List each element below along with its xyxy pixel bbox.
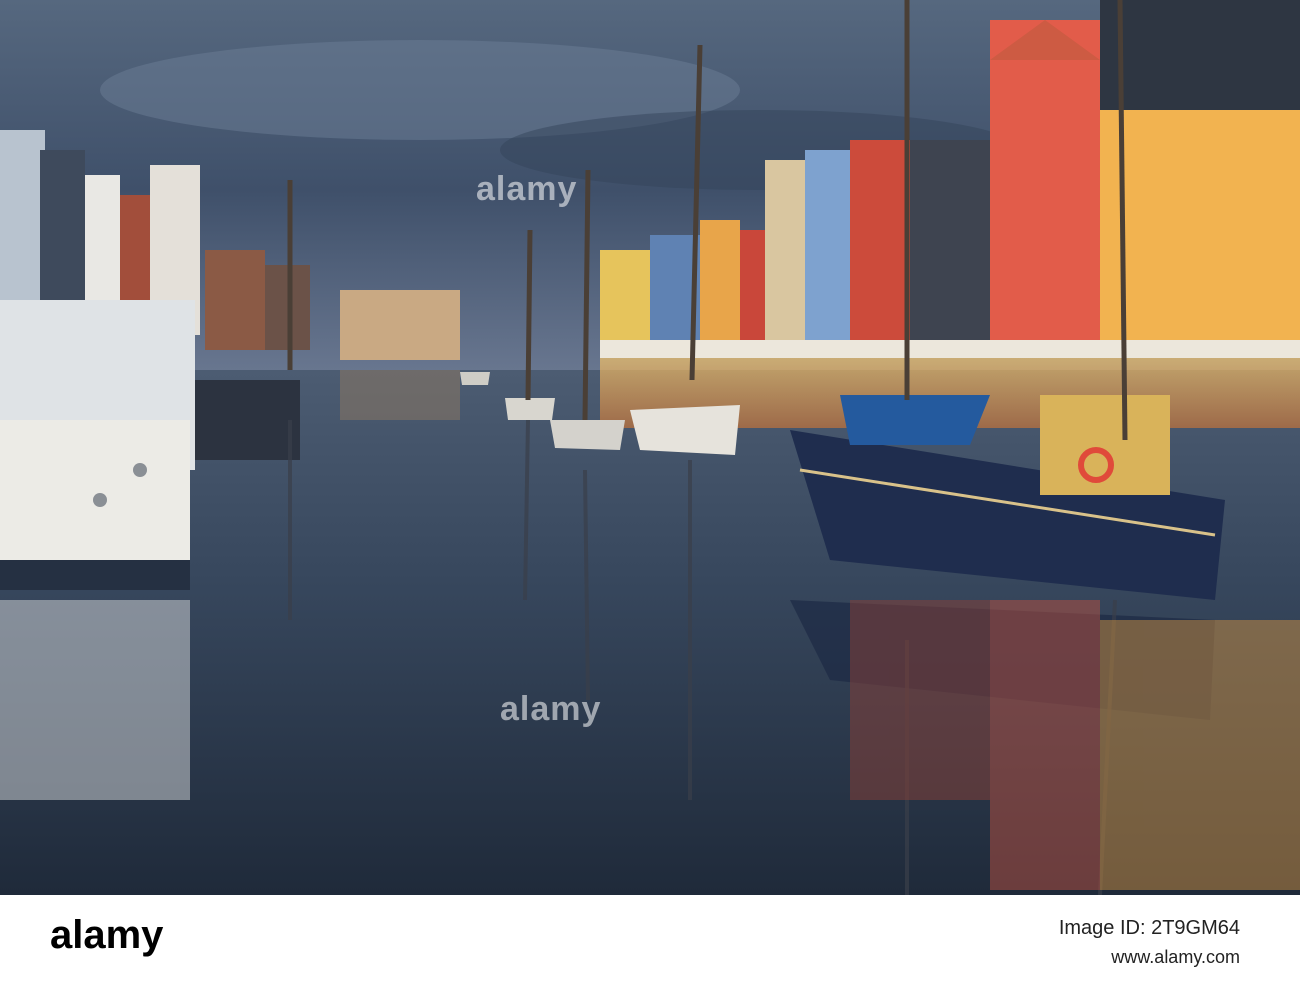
site-url[interactable]: www.alamy.com <box>1111 947 1240 968</box>
distant-building-reflection <box>340 370 460 420</box>
footer-bar: alamy Image ID: 2T9GM64 www.alamy.com <box>0 895 1300 985</box>
canal-scene <box>0 0 1300 895</box>
alamy-logo[interactable]: alamy <box>50 913 163 958</box>
distant-building <box>340 290 460 360</box>
watermark-top: alamy <box>476 170 578 208</box>
image-id: Image ID: 2T9GM64 <box>1058 917 1240 939</box>
stock-photo: alamy alamy <box>0 0 1300 895</box>
watermark-bottom: alamy <box>500 690 602 728</box>
